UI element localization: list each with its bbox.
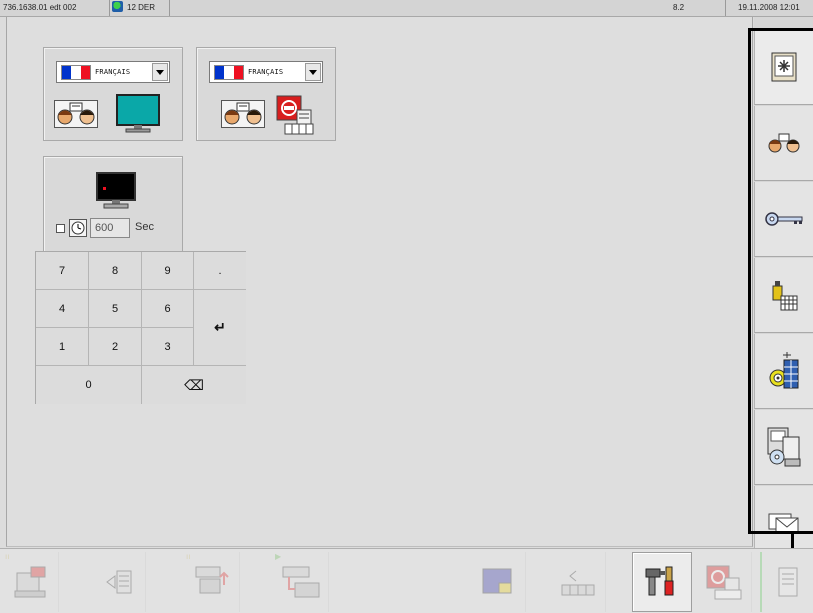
chevron-down-icon[interactable] (152, 63, 168, 81)
bottom-toolbar: ıı ıı ▶ (0, 548, 813, 613)
mail-envelope-icon (768, 513, 799, 534)
image-edit-icon (482, 568, 511, 594)
play-marker-icon: ▶ (275, 552, 282, 561)
key-5[interactable]: 5 (89, 290, 142, 328)
sound-list-icon (105, 570, 131, 594)
sound-list-button[interactable] (90, 552, 146, 612)
display-settings-button[interactable] (754, 30, 813, 105)
screen-off-monitor-icon (96, 172, 136, 209)
tools-button[interactable] (632, 552, 692, 612)
dialog-icon (221, 100, 265, 128)
date-time: 19.11.2008 12:01 (738, 3, 800, 12)
keyboard-upload-icon (195, 566, 229, 594)
key-decimal[interactable]: . (194, 252, 246, 290)
reel-schedule-button[interactable] (754, 334, 813, 409)
language-select-value: FRANÇAIS (95, 68, 131, 76)
language-dialog-icon (768, 133, 800, 153)
backup-button[interactable] (754, 410, 813, 485)
french-flag-icon (61, 64, 91, 80)
timeout-unit-label: Sec (135, 221, 154, 233)
screensaver-checkbox[interactable] (56, 224, 65, 233)
dialog-icon (54, 100, 98, 128)
tools-icon (645, 566, 674, 596)
keyboard-upload-button[interactable]: ıı (184, 552, 240, 612)
document-icon (778, 567, 797, 597)
language-select-value: FRANÇAIS (248, 68, 284, 76)
network-transfer-button[interactable]: ▶ (273, 552, 329, 612)
key-enter[interactable]: ↵ (194, 290, 246, 366)
image-edit-button[interactable] (470, 552, 526, 612)
key-backspace[interactable]: ⌫ (142, 366, 246, 404)
key-4[interactable]: 4 (36, 290, 89, 328)
chevron-down-icon[interactable] (305, 63, 321, 81)
stop-printer-icon (706, 565, 741, 600)
key-8[interactable]: 8 (89, 252, 142, 290)
language-settings-button[interactable] (754, 106, 813, 181)
display-transfer-button[interactable]: ıı (3, 552, 59, 612)
key-3[interactable]: 3 (142, 328, 194, 366)
display-transfer-icon (14, 566, 45, 598)
numeric-keypad: 7 8 9 . 4 5 6 ↵ 1 2 3 0 ⌫ (35, 251, 246, 404)
blank-slot (360, 552, 470, 612)
timeout-input[interactable]: 600 (90, 218, 130, 238)
display-settings-icon (771, 52, 797, 82)
language-select-print[interactable]: FRANÇAIS (209, 61, 323, 83)
key-1[interactable]: 1 (36, 328, 89, 366)
audio-keyboard-button[interactable] (550, 552, 606, 612)
audio-keyboard-icon (561, 570, 594, 596)
screensaver-panel: 600 Sec (43, 156, 183, 260)
language-select-display[interactable]: FRANÇAIS (56, 61, 170, 83)
maintenance-button[interactable] (754, 258, 813, 333)
key-0[interactable]: 0 (36, 366, 142, 404)
stop-printer-button[interactable] (696, 552, 752, 612)
key-6[interactable]: 6 (142, 290, 194, 328)
monitor-icon (116, 94, 160, 133)
french-flag-icon (214, 64, 244, 80)
globe-icon (112, 1, 123, 12)
backup-media-icon (767, 427, 801, 467)
network-transfer-icon (282, 566, 319, 598)
printer-report-icon (276, 95, 314, 135)
version-label: 8.2 (670, 0, 726, 16)
key-2[interactable]: 2 (89, 328, 142, 366)
right-toolbar (754, 17, 813, 561)
status-bar: 736.1638.01 edt 002 12 DER 8.2 19.11.200… (0, 0, 813, 17)
system-id: 736.1638.01 edt 002 (0, 0, 110, 16)
document-button[interactable] (760, 552, 813, 612)
reel-schedule-icon (769, 352, 799, 389)
marker-icon: ıı (5, 552, 10, 561)
mode-label: 12 DER (127, 3, 156, 12)
password-button[interactable] (754, 182, 813, 257)
password-key-icon (765, 212, 803, 226)
clock-icon (69, 219, 87, 237)
mode-indicator: 12 DER (110, 0, 170, 16)
language-panel-print: FRANÇAIS (196, 47, 336, 141)
oil-calendar-icon (772, 281, 798, 311)
language-panel-display: FRANÇAIS (43, 47, 183, 141)
marker-icon: ıı (186, 552, 191, 561)
key-7[interactable]: 7 (36, 252, 89, 290)
key-9[interactable]: 9 (142, 252, 194, 290)
